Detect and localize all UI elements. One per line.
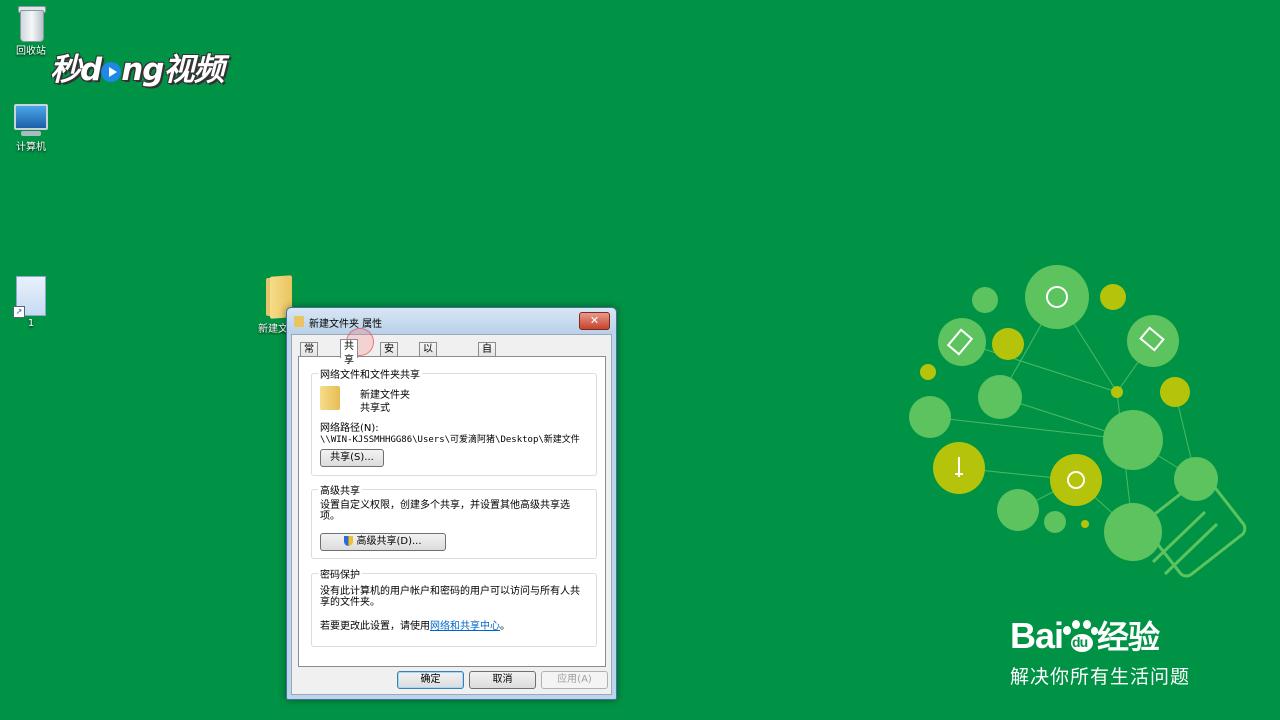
monitor-icon [1,104,61,136]
new-folder-desktop-label: 新建文 [258,324,288,335]
trash-icon [17,4,46,42]
share-button[interactable]: 共享(S)... [320,449,384,467]
baidu-jingyan-watermark: Bai du 经验 解决你所有生活问题 [1010,615,1191,688]
advanced-sharing-legend: 高级共享 [318,482,362,497]
tab-customize[interactable]: 自定义 [478,342,496,383]
dialog-titlebar[interactable]: 新建文件夹 属性 ✕ [287,308,616,334]
advanced-sharing-description: 设置自定义权限，创建多个共享，并设置其他高级共享选项。 [320,500,570,522]
advanced-sharing-group: 高级共享 设置自定义权限，创建多个共享，并设置其他高级共享选项。 高级共享(D)… [311,482,597,559]
computer-label: 计算机 [16,142,46,153]
baidu-tagline: 解决你所有生活问题 [1010,666,1191,688]
network-sharing-group: 网络文件和文件夹共享 新建文件夹 共享式 网络路径(N): \\WIN-KJSS… [311,366,597,476]
shortcut-file-icon[interactable]: ↗ 1 [1,276,61,329]
network-sharing-center-link[interactable]: 网络和共享中心 [430,621,500,632]
network-sharing-legend: 网络文件和文件夹共享 [318,366,422,381]
dialog-client: 常规 共享 安全 以前的版本 自定义 网络文件和文件夹共享 新建文件夹 共享式 … [291,334,612,695]
tab-previous-versions[interactable]: 以前的版本 [419,342,437,411]
ok-button[interactable]: 确定 [397,671,464,689]
folder-icon [320,386,340,410]
close-button[interactable]: ✕ [579,312,610,330]
tab-sharing[interactable]: 共享 [340,339,358,366]
uac-shield-icon [344,536,354,546]
lightbulb-network-decoration [909,265,1247,578]
miaodong-video-logo: 秒d ng视频 [50,52,224,88]
paw-icon: du [1063,620,1099,652]
apply-button: 应用(A) [541,671,608,689]
tab-general[interactable]: 常规 [300,342,318,369]
network-path-value: \\WIN-KJSSMHHGG86\Users\可爱滴阿猪\Desktop\新建… [320,435,580,445]
password-change-text: 若要更改此设置，请使用网络和共享中心。 [320,621,510,632]
advanced-sharing-button[interactable]: 高级共享(D)... [320,533,446,551]
tab-security[interactable]: 安全 [380,342,398,369]
document-icon: ↗ [13,276,46,318]
computer-icon[interactable]: 计算机 [1,104,61,153]
share-status: 共享式 [360,403,390,414]
password-protection-group: 密码保护 没有此计算机的用户帐户和密码的用户可以访问与所有人共享的文件夹。 若要… [311,566,597,647]
dialog-title: 新建文件夹 属性 [309,319,383,330]
folder-properties-dialog: 新建文件夹 属性 ✕ 常规 共享 安全 以前的版本 自定义 网络文件和文件夹共享… [286,307,617,700]
cancel-button[interactable]: 取消 [469,671,536,689]
password-protection-description: 没有此计算机的用户帐户和密码的用户可以访问与所有人共享的文件夹。 [320,586,580,608]
shortcut-file-label: 1 [27,318,35,329]
sharing-panel: 网络文件和文件夹共享 新建文件夹 共享式 网络路径(N): \\WIN-KJSS… [298,356,606,667]
play-icon [101,61,122,82]
folder-icon [294,316,304,327]
password-protection-legend: 密码保护 [318,566,362,581]
